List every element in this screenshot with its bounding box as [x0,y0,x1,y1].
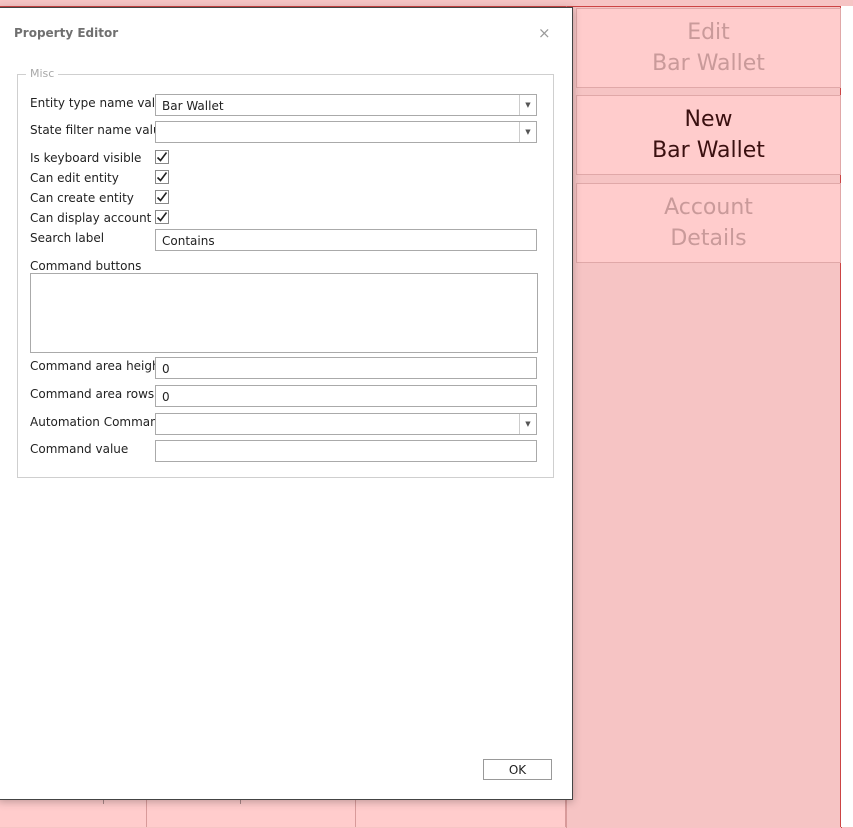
command-buttons-textarea[interactable] [30,273,538,353]
can-display-label: Can display account [30,211,152,225]
chevron-down-icon[interactable]: ▼ [519,122,536,142]
edit-bar-wallet-line2: Bar Wallet [652,51,765,76]
misc-group-title: Misc [26,67,59,80]
command-area-rows-label: Command area rows [30,387,155,401]
dialog-title: Property Editor [14,26,119,40]
new-bar-wallet-button[interactable]: New Bar Wallet [576,95,841,175]
automation-command-label: Automation Command [30,415,166,429]
edit-bar-wallet-button[interactable]: Edit Bar Wallet [576,8,841,88]
can-create-label: Can create entity [30,191,134,205]
background-window-edge [841,6,853,827]
bottom-cell[interactable] [0,798,147,827]
state-filter-combo[interactable]: ▼ [155,121,537,143]
edit-bar-wallet-line1: Edit [687,20,730,45]
keyboard-visible-label: Is keyboard visible [30,151,142,165]
checkmark-icon [156,192,168,202]
checkmark-icon [156,152,168,162]
can-edit-checkbox[interactable] [155,170,169,184]
can-edit-label: Can edit entity [30,171,119,185]
account-details-line1: Account [664,195,753,220]
command-area-height-value: 0 [162,362,170,376]
command-value-label: Command value [30,442,129,456]
can-create-checkbox[interactable] [155,190,169,204]
new-bar-wallet-line2: Bar Wallet [652,138,765,163]
entity-type-combo[interactable]: Bar Wallet ▼ [155,94,537,116]
account-details-line2: Details [670,226,747,251]
background-bottom-row [0,798,566,827]
chevron-down-icon[interactable]: ▼ [519,95,536,115]
command-area-rows-input[interactable]: 0 [155,385,537,407]
entity-type-label: Entity type name value [30,96,171,110]
command-area-height-input[interactable]: 0 [155,357,537,379]
close-icon[interactable]: × [538,24,551,42]
search-label-input[interactable]: Contains [155,229,537,251]
checkmark-icon [156,212,168,222]
checkmark-icon [156,172,168,182]
property-editor-dialog: Property Editor × Misc Entity type name … [0,7,573,800]
command-buttons-label: Command buttons [30,259,142,273]
search-label-value: Contains [162,234,215,248]
search-label-label: Search label [30,231,105,245]
ok-button[interactable]: OK [483,759,552,780]
can-display-checkbox[interactable] [155,210,169,224]
chevron-down-icon[interactable]: ▼ [519,414,536,434]
command-value-input[interactable] [155,440,537,462]
new-bar-wallet-line1: New [684,107,733,132]
bottom-cell[interactable] [147,798,356,827]
command-area-rows-value: 0 [162,390,170,404]
bottom-cell[interactable] [356,798,566,827]
command-area-height-label: Command area height [30,359,165,373]
automation-command-combo[interactable]: ▼ [155,413,537,435]
account-details-button[interactable]: Account Details [576,183,841,263]
state-filter-label: State filter name value [30,123,168,137]
keyboard-visible-checkbox[interactable] [155,150,169,164]
entity-type-value: Bar Wallet [162,99,224,113]
